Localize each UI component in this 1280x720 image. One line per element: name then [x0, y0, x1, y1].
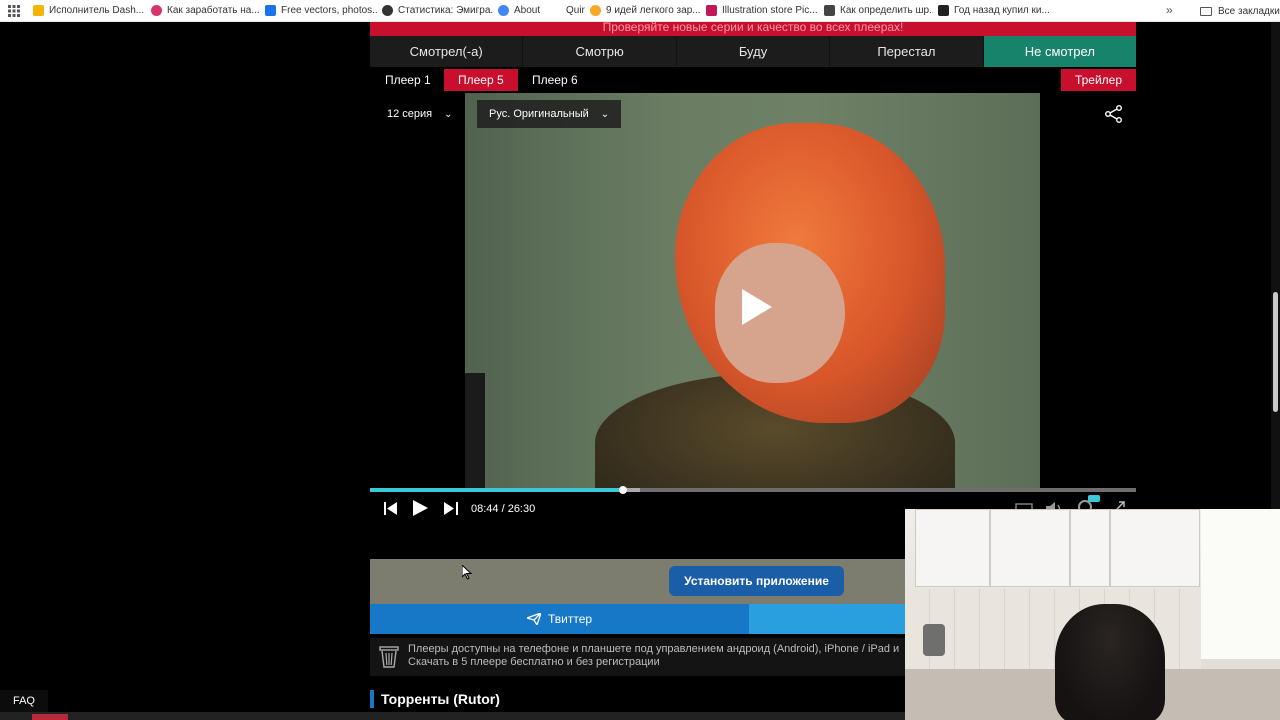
- send-icon: [526, 613, 541, 625]
- bookmark-item[interactable]: Год назад купил ки...: [933, 0, 1053, 22]
- play-icon[interactable]: [413, 500, 428, 516]
- bookmark-favicon-icon: [33, 5, 44, 16]
- twitter-share-button[interactable]: Твиттер: [370, 604, 749, 634]
- player-tab-6[interactable]: Плеер 6: [518, 69, 592, 91]
- bookmark-item[interactable]: Статистика: Эмигра...: [377, 0, 493, 22]
- all-bookmarks-button[interactable]: Все закладки: [1200, 0, 1280, 22]
- big-play-icon[interactable]: [740, 289, 774, 325]
- bookmark-favicon-icon: [151, 5, 162, 16]
- player-tab-1[interactable]: Плеер 1: [371, 69, 445, 91]
- status-tab-watched[interactable]: Смотрел(-а): [370, 36, 524, 67]
- status-tab-watching[interactable]: Смотрю: [523, 36, 677, 67]
- webcam-person: [1055, 604, 1165, 720]
- info-line: Плееры доступны на телефоне и планшете п…: [408, 643, 900, 655]
- status-tab-not-watched[interactable]: Не смотрел: [983, 36, 1137, 67]
- bookmark-item[interactable]: Как заработать на...: [146, 0, 260, 22]
- faq-button[interactable]: FAQ: [0, 690, 48, 712]
- bookmark-item[interactable]: Исполнитель Dash...: [28, 0, 146, 22]
- scrollbar-thumb[interactable]: [1273, 292, 1278, 412]
- mouse-cursor-icon: [462, 565, 472, 580]
- heading-accent: [370, 690, 374, 708]
- trailer-button[interactable]: Трейлер: [1060, 69, 1136, 91]
- time-display: 08:44 / 26:30: [471, 503, 536, 515]
- next-icon[interactable]: [444, 502, 458, 515]
- bookmark-favicon-icon: [706, 5, 717, 16]
- episode-select[interactable]: 12 серия ⌄: [375, 100, 465, 128]
- bookmark-favicon-icon: [590, 5, 601, 16]
- bookmarks-overflow-icon[interactable]: »: [1166, 3, 1173, 17]
- bookmark-favicon-icon: [938, 5, 949, 16]
- status-tab-will-watch[interactable]: Буду: [677, 36, 831, 67]
- audio-track-select[interactable]: Рус. Оригинальный ⌄: [477, 100, 622, 128]
- install-app-button[interactable]: Установить приложение: [669, 566, 844, 596]
- bookmark-item[interactable]: About: [493, 0, 545, 22]
- bookmark-favicon-icon: [824, 5, 835, 16]
- trash-icon: [379, 646, 399, 668]
- bookmark-favicon-icon: [382, 5, 393, 16]
- bookmark-item[interactable]: Free vectors, photos...: [260, 0, 377, 22]
- bookmark-item[interactable]: Как определить шр...: [819, 0, 933, 22]
- webcam-overlay: [905, 509, 1280, 720]
- apps-grid-icon[interactable]: [0, 0, 28, 22]
- bookmark-item[interactable]: Illustration store Pic...: [701, 0, 819, 22]
- watch-status-tabs: Смотрел(-а) Смотрю Буду Перестал Не смот…: [370, 36, 1137, 67]
- folder-icon: [1200, 6, 1212, 16]
- bookmark-favicon-icon: [265, 5, 276, 16]
- browser-viewport: Исполнитель Dash... Как заработать на...…: [0, 0, 1280, 720]
- bookmark-favicon-icon: [550, 5, 561, 16]
- share-icon[interactable]: [1104, 105, 1124, 123]
- chevron-down-icon: ⌄: [444, 108, 453, 120]
- chevron-down-icon: ⌄: [600, 108, 610, 120]
- new-episodes-banner: Проверяйте новые серии и качество во все…: [370, 22, 1136, 36]
- previous-icon[interactable]: [384, 502, 398, 515]
- info-line: Скачать в 5 плеере бесплатно и без регис…: [408, 656, 660, 668]
- video-player[interactable]: 12 серия ⌄ Рус. Оригинальный ⌄ 08:44 / 26:…: [370, 93, 1136, 559]
- player-tab-5[interactable]: Плеер 5: [444, 69, 518, 91]
- seek-bar[interactable]: [370, 486, 1136, 494]
- video-frame-face: [715, 243, 845, 383]
- bookmarks-bar: Исполнитель Dash... Как заработать на...…: [0, 0, 1280, 22]
- bookmark-item[interactable]: Quirky: [545, 0, 585, 22]
- player-tabs: Плеер 1 Плеер 5 Плеер 6 Трейлер: [370, 67, 1136, 93]
- status-tab-stopped[interactable]: Перестал: [830, 36, 984, 67]
- seek-bar-played: [370, 488, 623, 492]
- bookmark-favicon-icon: [498, 5, 509, 16]
- bookmark-item[interactable]: 9 идей легкого зар...: [585, 0, 701, 22]
